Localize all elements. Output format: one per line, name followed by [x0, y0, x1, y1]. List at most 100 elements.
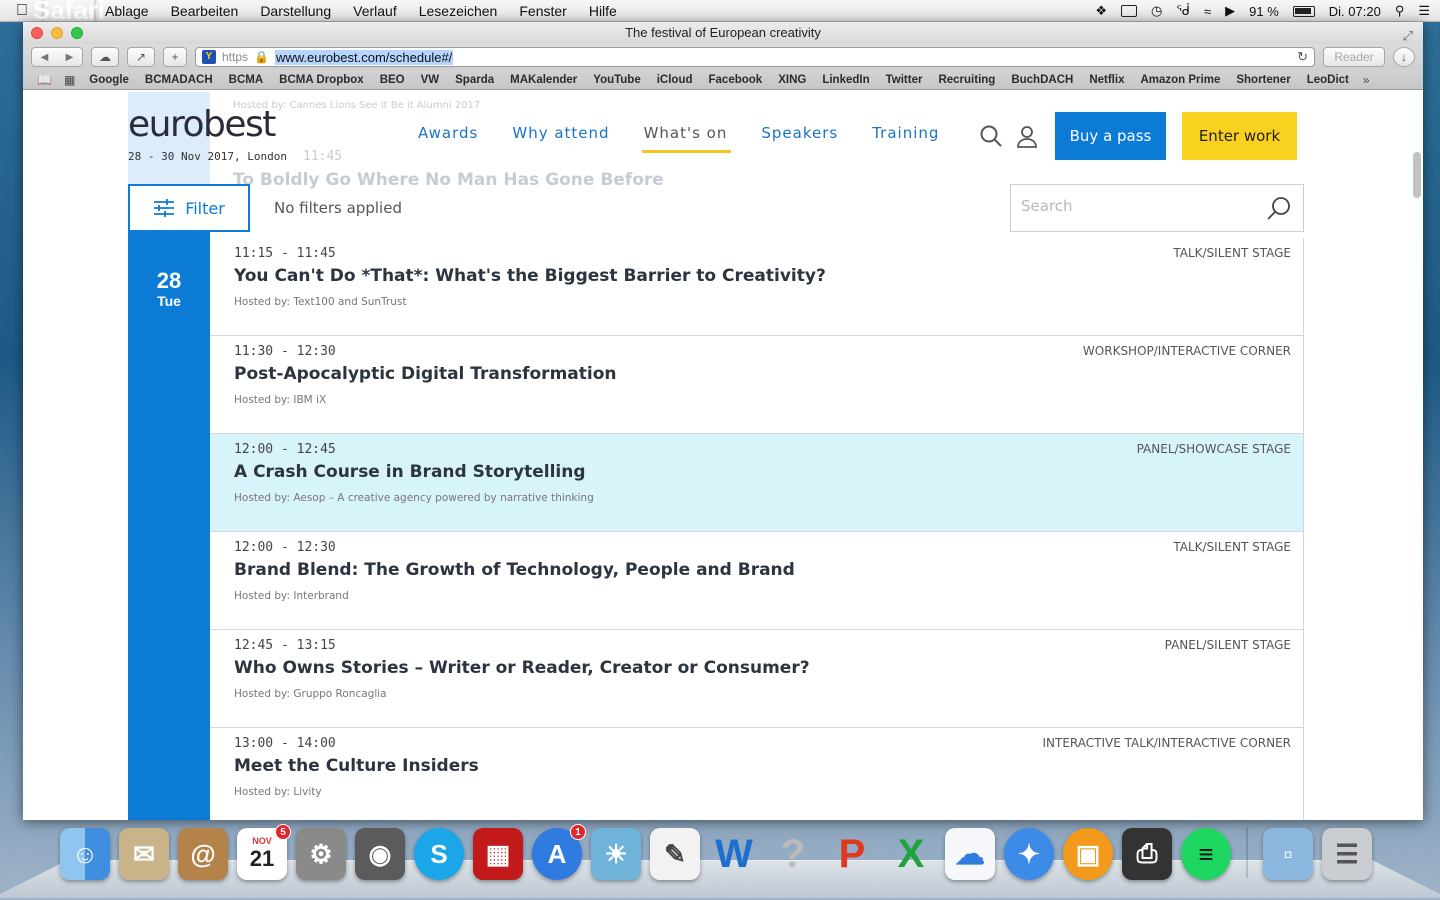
share-button[interactable]: ↗: [127, 47, 155, 67]
excel-icon[interactable]: X: [886, 828, 936, 880]
bookmark[interactable]: Twitter: [878, 74, 931, 86]
bookmark[interactable]: Recruiting: [930, 74, 1003, 86]
fullscreen-icon[interactable]: ⤢: [1403, 25, 1413, 47]
bluetooth-icon[interactable]: ᖂ: [1176, 3, 1190, 19]
clock[interactable]: Di. 07:20: [1329, 4, 1381, 19]
documents-folder-icon[interactable]: ▫: [1263, 828, 1313, 880]
session-row-hovered[interactable]: 12:00 - 12:45 PANEL/SHOWCASE STAGE A Cra…: [210, 434, 1304, 532]
bookmark[interactable]: Amazon Prime: [1132, 74, 1228, 86]
bookmark[interactable]: VW: [413, 74, 448, 86]
bookmark[interactable]: MAKalender: [502, 74, 585, 86]
menu-verlauf[interactable]: Verlauf: [342, 3, 408, 19]
schedule-search-input[interactable]: [1021, 197, 1251, 215]
dropbox-icon[interactable]: ❖: [1095, 3, 1107, 19]
session-row[interactable]: 12:45 - 13:15 PANEL/SILENT STAGE Who Own…: [210, 630, 1304, 728]
textedit-icon[interactable]: ✎: [650, 828, 700, 880]
bookmark[interactable]: Shortener: [1228, 74, 1298, 86]
back-button[interactable]: ◀: [32, 52, 57, 63]
session-title[interactable]: A Crash Course in Brand Storytelling: [234, 462, 586, 482]
word-icon[interactable]: W: [709, 828, 759, 880]
help-icon[interactable]: ?: [768, 828, 818, 880]
session-row[interactable]: 12:00 - 12:30 TALK/SILENT STAGE Brand Bl…: [210, 532, 1304, 630]
session-row[interactable]: 11:15 - 11:45 TALK/SILENT STAGE You Can'…: [210, 238, 1304, 336]
downloads-icon[interactable]: ↓: [1393, 47, 1415, 67]
eurobest-logo[interactable]: eurobest: [128, 104, 276, 145]
address-bar[interactable]: Y https 🔒 www.eurobest.com/schedule#/ ↻: [195, 47, 1315, 67]
facetime-camera-icon[interactable]: ◉: [355, 828, 405, 880]
ibooks-icon[interactable]: ▣: [1063, 828, 1113, 880]
nav-why-attend[interactable]: Why attend: [512, 124, 609, 149]
powerpoint-icon[interactable]: P: [827, 828, 877, 880]
session-title[interactable]: Who Owns Stories – Writer or Reader, Cre…: [234, 658, 810, 678]
bookmark[interactable]: BCMADACH: [137, 74, 221, 86]
trash-icon[interactable]: ☰: [1322, 828, 1372, 880]
menu-hilfe[interactable]: Hilfe: [578, 3, 628, 19]
nav-whats-on[interactable]: What's on: [641, 124, 732, 153]
session-title[interactable]: Brand Blend: The Growth of Technology, P…: [234, 560, 795, 580]
contacts-icon[interactable]: @: [178, 828, 228, 880]
bookmark[interactable]: Netflix: [1081, 74, 1132, 86]
new-tab-button[interactable]: +: [163, 47, 187, 67]
volume-icon[interactable]: ▶: [1225, 3, 1235, 19]
reload-icon[interactable]: ↻: [1297, 49, 1308, 65]
iphoto-icon[interactable]: ☀: [591, 828, 641, 880]
safari-icon[interactable]: ✦: [1004, 828, 1054, 880]
battery-percent[interactable]: 91 %: [1249, 4, 1279, 19]
bookmark[interactable]: YouTube: [585, 74, 648, 86]
battery-icon[interactable]: [1292, 5, 1315, 17]
menu-darstellung[interactable]: Darstellung: [249, 3, 342, 19]
top-sites-icon[interactable]: ▦: [58, 73, 81, 87]
bookmark[interactable]: BuchDACH: [1003, 74, 1081, 86]
bookmark[interactable]: Facebook: [701, 74, 771, 86]
filter-button[interactable]: Filter: [128, 184, 250, 232]
finder-icon[interactable]: ☺: [60, 828, 110, 880]
session-title[interactable]: Post-Apocalyptic Digital Transformation: [234, 364, 616, 384]
zoom-window-button[interactable]: [71, 27, 83, 39]
notification-center-icon[interactable]: ☰: [1418, 3, 1430, 19]
nav-awards[interactable]: Awards: [418, 124, 478, 149]
bookmark[interactable]: BCMA: [221, 74, 272, 86]
search-icon[interactable]: [979, 124, 1003, 148]
user-account-icon[interactable]: [1015, 124, 1039, 148]
page-scrollbar[interactable]: [1413, 152, 1421, 198]
close-window-button[interactable]: [31, 27, 43, 39]
time-machine-icon[interactable]: ◷: [1151, 3, 1162, 19]
bookmark[interactable]: BEO: [372, 74, 413, 86]
bookmark[interactable]: Sparda: [447, 74, 502, 86]
enter-work-button[interactable]: Enter work: [1182, 112, 1297, 160]
mail-icon[interactable]: ✉: [119, 828, 169, 880]
skype-icon[interactable]: S: [414, 828, 464, 880]
minimize-window-button[interactable]: [51, 27, 63, 39]
menu-lesezeichen[interactable]: Lesezeichen: [408, 3, 509, 19]
bookmark[interactable]: iCloud: [649, 74, 701, 86]
calendar-icon[interactable]: NOV 21 5: [237, 824, 291, 880]
reader-button[interactable]: Reader: [1323, 47, 1385, 67]
buy-a-pass-button[interactable]: Buy a pass: [1055, 112, 1166, 160]
spotify-icon[interactable]: ≡: [1181, 828, 1231, 880]
bookmark[interactable]: LinkedIn: [814, 74, 877, 86]
search-submit-icon[interactable]: [1267, 195, 1293, 221]
photo-booth-icon[interactable]: ▦: [473, 828, 523, 880]
wifi-icon[interactable]: ≈: [1204, 4, 1211, 19]
reading-list-icon[interactable]: 📖: [31, 73, 58, 87]
system-preferences-icon[interactable]: ⚙: [296, 828, 346, 880]
session-row[interactable]: 13:00 - 14:00 INTERACTIVE TALK/INTERACTI…: [210, 728, 1304, 820]
nav-training[interactable]: Training: [872, 124, 939, 149]
menu-fenster[interactable]: Fenster: [508, 3, 577, 19]
session-row[interactable]: 11:30 - 12:30 WORKSHOP/INTERACTIVE CORNE…: [210, 336, 1304, 434]
bookmark[interactable]: LeoDict: [1299, 74, 1357, 86]
bookmark[interactable]: XING: [770, 74, 814, 86]
url-text[interactable]: www.eurobest.com/schedule#/: [274, 49, 454, 65]
bookmark[interactable]: Google: [81, 74, 137, 86]
menu-bearbeiten[interactable]: Bearbeiten: [160, 3, 250, 19]
app-store-icon[interactable]: A1: [532, 824, 586, 880]
session-title[interactable]: You Can't Do *That*: What's the Biggest …: [234, 266, 826, 286]
printer-icon[interactable]: ⎙: [1122, 828, 1172, 880]
nav-speakers[interactable]: Speakers: [761, 124, 838, 149]
icloud-drive-icon[interactable]: ☁: [945, 828, 995, 880]
session-title[interactable]: Meet the Culture Insiders: [234, 756, 479, 776]
more-bookmarks-icon[interactable]: »: [1357, 73, 1376, 87]
icloud-tabs-button[interactable]: ☁: [91, 47, 119, 67]
airplay-icon[interactable]: [1121, 5, 1138, 17]
forward-button[interactable]: ▶: [57, 52, 82, 63]
